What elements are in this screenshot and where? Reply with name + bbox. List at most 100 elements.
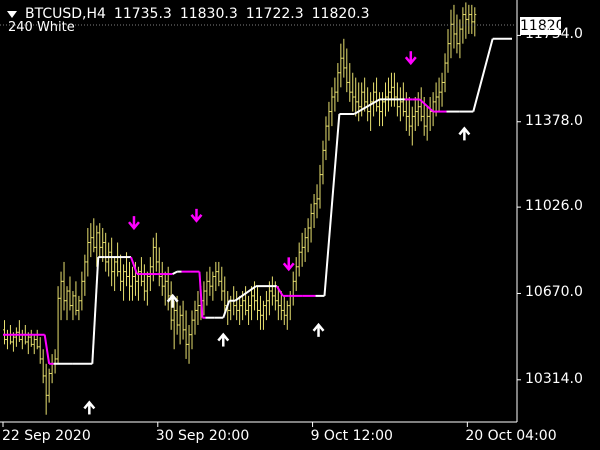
ohlc-bar [65,286,69,321]
ohlc-bar [98,223,102,258]
ohlc-bar [342,38,346,78]
time-axis-label: 9 Oct 12:00 [310,428,393,444]
ohlc-bar [351,72,355,112]
time-axis-label: 30 Sep 20:00 [155,428,250,444]
ohlc-bar [369,92,373,131]
ohlc-bar [41,349,45,384]
ohlc-bar [306,218,310,253]
ohlc-bar [59,271,63,321]
trend-line-transition [130,256,138,275]
ohlc-bar [428,97,432,131]
price-axis-label: 10670.0 [525,284,583,301]
ohlc-bar [14,327,18,347]
ohlc-bar [467,4,471,34]
ohlc-bar [130,266,134,301]
close-value: 11820.3 [311,6,370,22]
price-axis-label: 11734.0 [525,26,583,43]
ohlc-bar [113,257,117,292]
ohlc-bar [375,77,379,112]
trend-line-transition [91,257,100,364]
ohlc-bar [431,92,435,127]
ohlc-bar [128,261,132,301]
trend-line-transition [472,38,494,112]
sell-arrow-icon [190,208,203,223]
ohlc-bar [136,266,140,301]
ohlc-bar [71,291,75,321]
ohlc-bar [116,242,120,277]
ohlc-bar [312,194,316,228]
ohlc-bar [53,349,57,374]
buy-arrow-icon [166,293,179,308]
ohlc-bar [229,295,233,321]
ohlc-bar [264,291,268,321]
ohlc-bar [157,247,161,287]
ohlc-bar [378,92,382,127]
ohlc-bar [83,254,87,296]
trend-line-transition [419,98,434,113]
ohlc-bar [62,261,66,311]
ohlc-bar [392,72,396,107]
ohlc-bar [407,97,411,136]
ohlc-bar [437,77,441,112]
price-chart[interactable] [0,0,600,450]
ohlc-bar [336,63,340,102]
ohlc-bar [110,237,114,287]
ohlc-bar [404,92,408,131]
ohlc-bar [330,87,334,127]
ohlc-bar [187,324,191,364]
ohlc-bar [321,140,325,185]
ohlc-bar [145,271,149,306]
trend-line-transition [43,334,51,364]
ohlc-bar [154,232,158,272]
ohlc-bar [20,329,24,350]
ohlc-bar [178,305,182,345]
ohlc-bar [473,7,477,37]
ohlc-bar [440,72,444,107]
high-value: 11830.3 [179,6,238,22]
ohlc-bar [419,87,423,122]
ohlc-bar [386,77,390,112]
ohlc-bar [184,310,188,359]
ohlc-bar [416,92,420,127]
indicator-label: 240 White [8,20,75,35]
ohlc-bar [38,337,42,364]
buy-arrow-icon [312,322,325,337]
ohlc-bar [74,281,78,316]
ohlc-bar [282,295,286,325]
time-axis-label: 22 Sep 2020 [2,428,91,444]
ohlc-bar [107,242,111,277]
ohlc-bar [193,300,197,335]
ohlc-bar [303,227,307,262]
ohlc-bar [261,300,265,330]
price-axis-label: 11026.0 [525,198,583,215]
ohlc-bar [208,266,212,296]
ohlc-bar [389,72,393,107]
ohlc-bar [291,271,295,306]
ohlc-bar [86,227,90,277]
ohlc-bar [381,92,385,127]
price-axis-label: 11378.0 [525,112,583,129]
ohlc-bar [44,363,48,415]
ohlc-bar [256,286,259,321]
ohlc-bar [464,2,468,39]
ohlc-bar [196,291,200,325]
open-value: 11735.3 [113,6,172,22]
ohlc-bar [50,354,54,384]
chevron-down-icon[interactable] [7,10,17,18]
ohlc-bar [220,266,224,301]
ohlc-bar [270,276,274,306]
ohlc-bar [357,82,361,122]
ohlc-bar [372,82,376,117]
ohlc-bar [300,232,304,267]
ohlc-bar [425,106,429,141]
ohlc-bar [339,43,343,88]
ohlc-bar [181,300,185,340]
sell-arrow-icon [404,51,417,66]
ohlc-bar [35,329,39,350]
chart-window[interactable]: BTCUSD,H4 11735.3 11830.3 11722.3 11820.… [0,0,600,450]
ohlc-bar [333,77,337,112]
buy-arrow-icon [217,332,230,347]
ohlc-bar [324,116,328,161]
ohlc-bar [470,4,474,34]
trend-line-transition [222,300,231,319]
